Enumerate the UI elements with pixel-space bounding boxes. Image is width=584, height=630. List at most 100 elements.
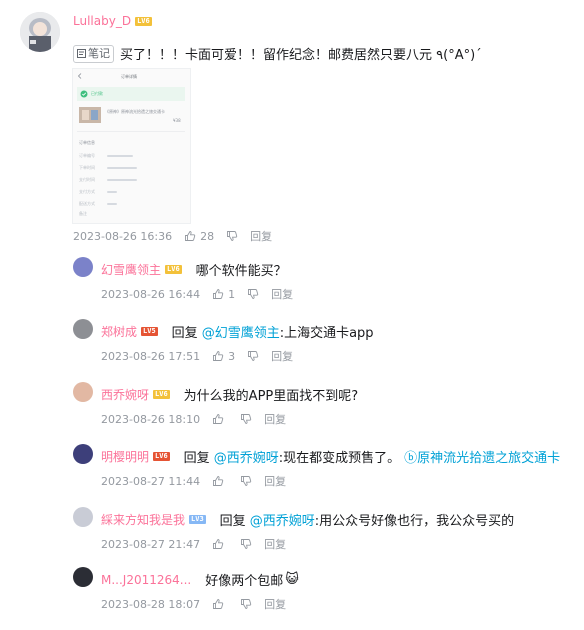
thumbs-up-icon: [185, 231, 196, 241]
shot-section: 订单信息: [79, 140, 95, 145]
reply-date: 2023-08-26 17:51: [101, 349, 201, 363]
reply-meta: 2023-08-26 16:44 1 回复: [101, 286, 293, 302]
thumbs-up-icon: [213, 351, 224, 361]
reply-line: 綵来方知我是我 LV3 回复 @西乔婉呀:用公众号好像也行，我公众号买的: [101, 510, 514, 529]
reply-text: 为什么我的APP里面找不到呢?: [183, 389, 359, 404]
reply-date: 2023-08-26 16:44: [101, 287, 201, 301]
reply-date: 2023-08-27 21:47: [101, 537, 201, 551]
like-button[interactable]: [212, 475, 228, 487]
reply-button[interactable]: 回复: [264, 596, 286, 612]
thumbs-down-icon: [248, 351, 259, 361]
level-badge: LV6: [165, 265, 182, 274]
dislike-button[interactable]: [247, 350, 259, 362]
check-circle-icon: [80, 90, 88, 98]
reply-username[interactable]: 西乔婉呀: [101, 386, 149, 403]
like-button[interactable]: [212, 598, 228, 610]
reply-button[interactable]: 回复: [271, 286, 293, 302]
reply-meta: 2023-08-26 18:10 回复: [101, 411, 286, 427]
reply-line: 西乔婉呀 LV6 为什么我的APP里面找不到呢?: [101, 385, 358, 404]
reply-meta: 2023-08-27 11:44 回复: [101, 473, 286, 489]
like-button[interactable]: 3: [212, 350, 235, 363]
level-badge: LV6: [153, 390, 170, 399]
reply-avatar[interactable]: [73, 567, 93, 587]
thumbs-down-icon: [241, 476, 252, 486]
reply-text: :现在都变成预售了。: [278, 451, 401, 466]
dislike-button[interactable]: [226, 230, 238, 242]
thumbs-down-icon: [241, 414, 252, 424]
reply-mention-link[interactable]: @幻雪鹰领主: [202, 322, 280, 341]
like-button[interactable]: 28: [184, 230, 214, 243]
like-count: 3: [228, 349, 236, 363]
thumbs-down-icon: [227, 231, 238, 241]
reply-username[interactable]: 明樱明明: [101, 448, 149, 465]
shot-row-label: 下单时间: [79, 165, 95, 170]
shot-row-label: 支付时间: [79, 177, 95, 182]
reply-username[interactable]: 綵来方知我是我: [101, 511, 185, 528]
dislike-button[interactable]: [240, 475, 252, 487]
reply-text: :用公众号好像也行，我公众号买的: [314, 514, 515, 529]
reply-button[interactable]: 回复: [264, 411, 286, 427]
reply-avatar[interactable]: [73, 382, 93, 402]
thumbs-up-icon: [213, 289, 224, 299]
reply-button[interactable]: 回复: [271, 348, 293, 364]
reply-date: 2023-08-26 18:10: [101, 412, 201, 426]
shot-item: 《原神》原神流光拾遗之旅交通卡: [105, 109, 165, 114]
like-button[interactable]: [212, 538, 228, 550]
reply-line: 明樱明明 LV6 回复 @西乔婉呀:现在都变成预售了。 ⓑ原神流光拾遗之旅交通卡: [101, 447, 560, 466]
post-username-text[interactable]: Lullaby_D: [73, 14, 131, 28]
reply-avatar[interactable]: [73, 444, 93, 464]
reply-button[interactable]: 回复: [250, 228, 272, 244]
reply-prefix: 回复: [183, 451, 210, 466]
reply-text: :上海交通卡app: [279, 326, 374, 341]
reply-meta: 2023-08-26 17:51 3 回复: [101, 348, 293, 364]
dislike-button[interactable]: [240, 598, 252, 610]
dislike-button[interactable]: [240, 413, 252, 425]
post-date: 2023-08-26 16:36: [73, 229, 173, 243]
reply-prefix: 回复: [219, 514, 246, 529]
reply-button[interactable]: 回复: [264, 536, 286, 552]
like-button[interactable]: [212, 413, 228, 425]
reply-username[interactable]: M...J2011264...: [101, 573, 191, 587]
reply-avatar[interactable]: [73, 257, 93, 277]
reply-line: M...J2011264... 好像两个包邮 😺: [101, 570, 299, 589]
reply-meta: 2023-08-27 21:47 回复: [101, 536, 286, 552]
thumbs-up-icon: [213, 599, 224, 609]
note-badge[interactable]: 笔记: [73, 44, 114, 63]
reply-prefix: 回复: [171, 326, 198, 341]
level-badge: LV3: [189, 515, 206, 524]
shot-status-row: 已付款: [77, 87, 185, 101]
dislike-button[interactable]: [240, 538, 252, 550]
level-badge: LV6: [153, 452, 170, 461]
thumbs-up-icon: [213, 476, 224, 486]
avatar[interactable]: [20, 12, 60, 52]
reply-username[interactable]: 幻雪鹰领主: [101, 261, 161, 278]
dislike-button[interactable]: [247, 288, 259, 300]
post-image[interactable]: 订单详情 已付款 《原神》原神流光拾遗之旅交通卡 ¥38 订单信息 订单编号 下…: [72, 68, 191, 224]
shot-row-label: 订单编号: [79, 153, 95, 158]
reply-meta: 2023-08-28 18:07 回复: [101, 596, 286, 612]
reply-date: 2023-08-27 11:44: [101, 474, 201, 488]
reply-button[interactable]: 回复: [264, 473, 286, 489]
reply-avatar[interactable]: [73, 319, 93, 339]
reply-line: 幻雪鹰领主 LV6 哪个软件能买？: [101, 260, 287, 279]
shot-item-thumb: [79, 107, 101, 123]
note-badge-label: 笔记: [88, 46, 110, 60]
reply-mention-link[interactable]: @西乔婉呀: [250, 510, 315, 529]
reply-mention-link[interactable]: @西乔婉呀: [214, 447, 279, 466]
reply-link-text: 原神流光拾遗之旅交通卡: [417, 451, 561, 466]
post-text: 买了！！！卡面可爱！！留作纪念！邮费居然只要八元 ٩(°A°)ˊ: [120, 48, 482, 63]
reply-date: 2023-08-28 18:07: [101, 597, 201, 611]
post-username[interactable]: Lullaby_D LV6: [73, 14, 152, 28]
reply-line: 郑树成 LV5 回复 @幻雪鹰领主:上海交通卡app: [101, 322, 374, 341]
reply-topic-link[interactable]: ⓑ原神流光拾遗之旅交通卡: [404, 447, 560, 466]
reply-username[interactable]: 郑树成: [101, 323, 137, 340]
emoji-sticker: 😺: [285, 572, 299, 587]
like-button[interactable]: 1: [212, 288, 235, 301]
shot-title: 订单详情: [121, 74, 137, 79]
post-meta: 2023-08-26 16:36 28 回复: [73, 228, 272, 244]
level-badge: LV5: [141, 327, 158, 336]
note-icon: [77, 49, 86, 58]
reply-text: 好像两个包邮: [205, 574, 284, 589]
thumbs-up-icon: [213, 414, 224, 424]
reply-avatar[interactable]: [73, 507, 93, 527]
